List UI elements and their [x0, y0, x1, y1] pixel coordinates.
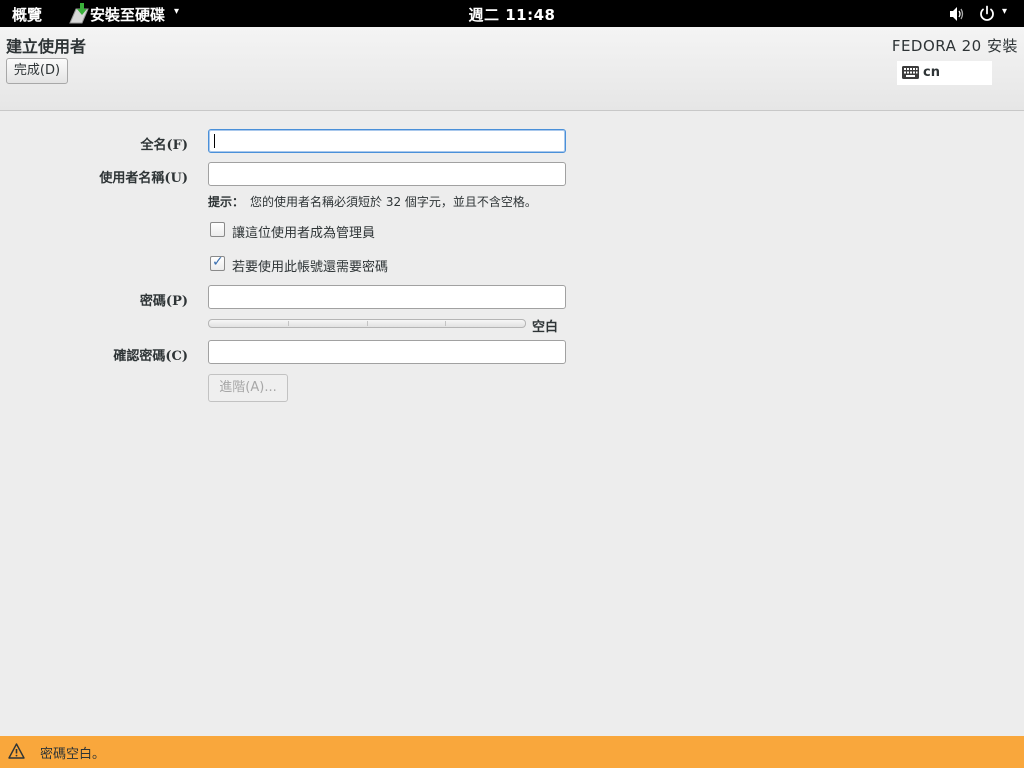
warning-text: 密碼空白。: [40, 747, 106, 762]
product-title: FEDORA 20 安裝: [891, 37, 1018, 55]
username-label: 使用者名稱(U): [99, 171, 188, 186]
power-icon[interactable]: [978, 5, 996, 23]
strength-segment-divider: [288, 321, 289, 326]
password-input[interactable]: [208, 285, 566, 309]
require-password-checkbox[interactable]: ✓: [210, 254, 225, 271]
strength-segment-divider: [367, 321, 368, 326]
keyboard-icon: [902, 66, 919, 79]
strength-segment-divider: [445, 321, 446, 326]
keyboard-layout-label: cn: [923, 65, 940, 80]
checkmark-icon: ✓: [212, 254, 224, 270]
keyboard-layout-indicator[interactable]: cn: [897, 61, 992, 85]
fullname-label: 全名(F): [140, 138, 188, 153]
top-bar: 概覽 安裝至硬碟 ▾ 週二 11:48 ▾: [0, 0, 1024, 27]
activities-button[interactable]: 概覽: [12, 4, 42, 25]
advanced-button[interactable]: 進階(A)...: [208, 374, 288, 402]
hint-label: 提示：: [208, 195, 245, 209]
clock[interactable]: 週二 11:48: [469, 6, 556, 24]
chevron-down-icon: ▾: [174, 6, 180, 17]
password-strength-label: 空白: [532, 320, 559, 335]
warning-bar: 密碼空白。: [0, 736, 1024, 768]
volume-icon[interactable]: [948, 5, 966, 23]
admin-checkbox-label[interactable]: 讓這位使用者成為管理員: [232, 222, 375, 241]
password-strength-bar: [208, 319, 526, 328]
username-hint: 提示： 您的使用者名稱必須短於 32 個字元，並且不含空格。: [208, 193, 537, 210]
warning-icon: [8, 743, 25, 759]
confirm-password-label: 確認密碼(C): [113, 349, 188, 364]
chevron-down-icon[interactable]: ▾: [1002, 6, 1007, 17]
text-cursor: [214, 134, 215, 148]
page-title: 建立使用者: [6, 37, 87, 56]
done-button[interactable]: 完成(D): [6, 58, 68, 84]
require-password-label[interactable]: 若要使用此帳號還需要密碼: [232, 256, 388, 275]
username-input[interactable]: [208, 162, 566, 186]
fullname-input[interactable]: [208, 129, 566, 153]
spoke-header: 建立使用者 完成(D) FEDORA 20 安裝 cn: [0, 27, 1024, 111]
password-label: 密碼(P): [139, 294, 188, 309]
installer-icon: [69, 3, 89, 24]
hint-text: 您的使用者名稱必須短於 32 個字元，並且不含空格。: [250, 195, 537, 209]
confirm-password-input[interactable]: [208, 340, 566, 364]
admin-checkbox[interactable]: [210, 222, 225, 237]
app-name: 安裝至硬碟: [90, 6, 166, 24]
